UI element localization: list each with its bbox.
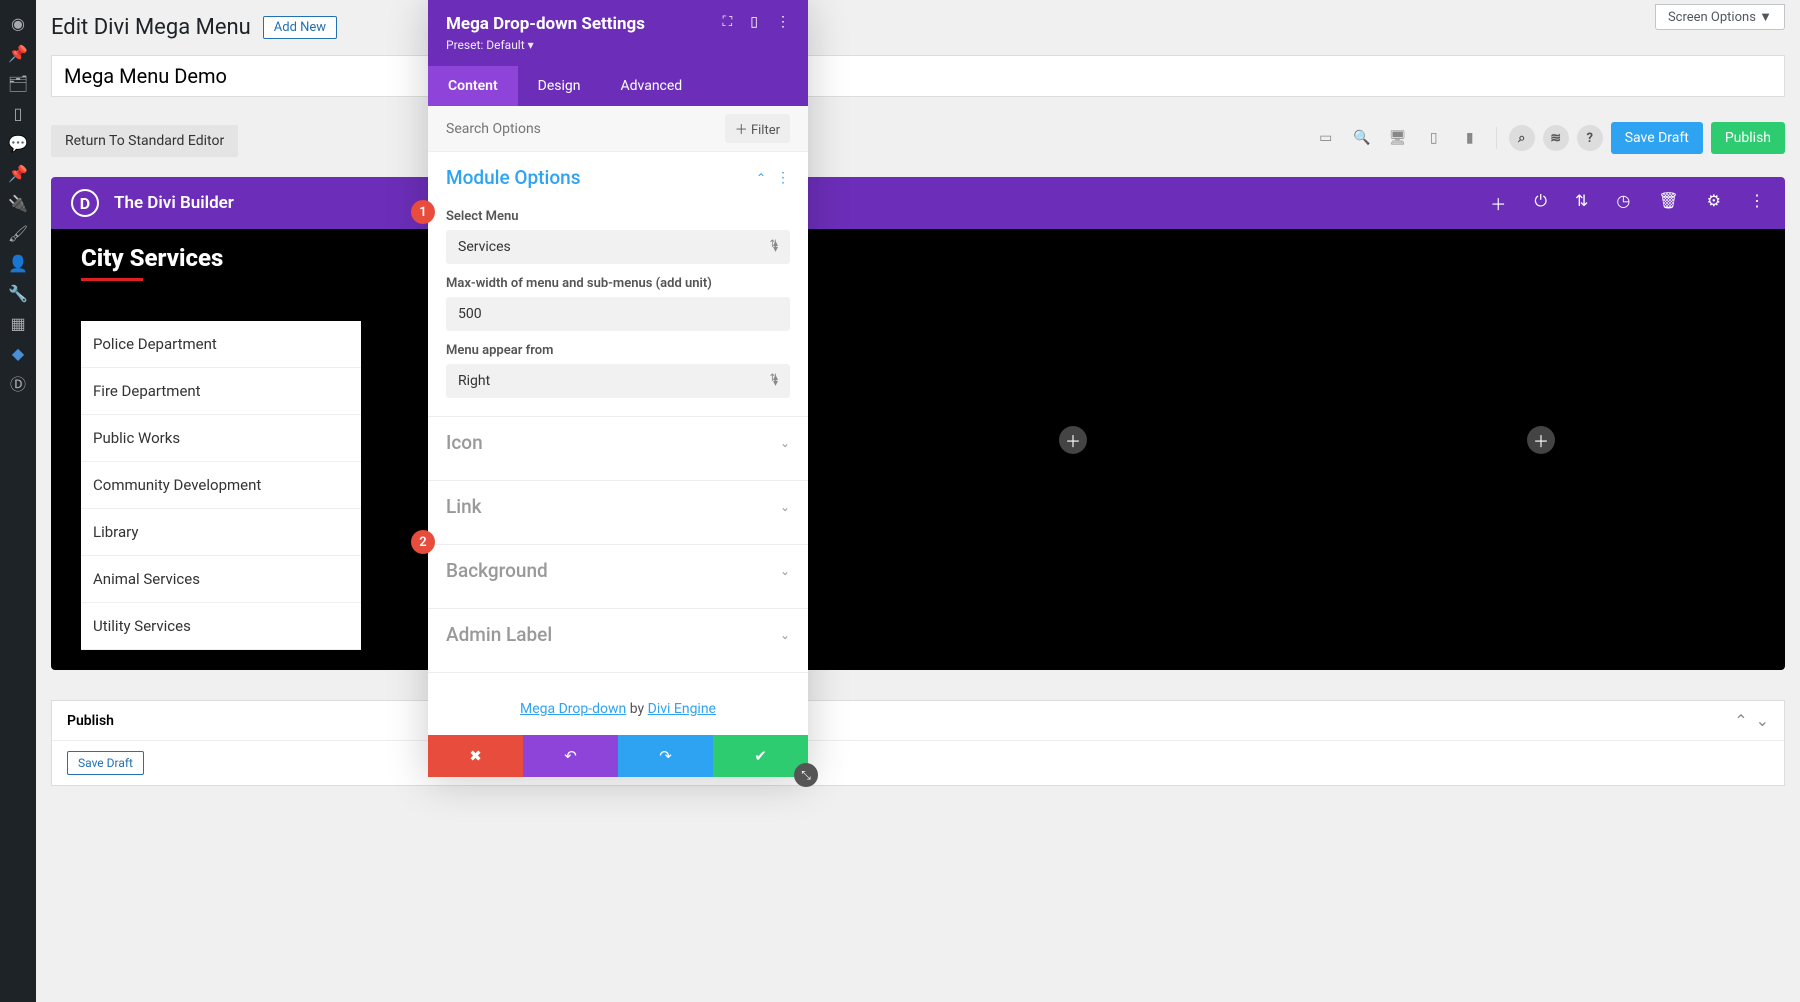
module-link[interactable]: Mega Drop-down bbox=[520, 701, 626, 717]
snap-icon[interactable]: ▯ bbox=[750, 14, 758, 30]
city-services-list: Police Department Fire Department Public… bbox=[81, 321, 361, 650]
power-icon[interactable]: ⏻ bbox=[1534, 191, 1547, 215]
wireframe-icon[interactable]: ▭ bbox=[1312, 124, 1340, 152]
return-standard-editor-button[interactable]: Return To Standard Editor bbox=[51, 125, 238, 157]
toolbar-divider bbox=[1496, 127, 1497, 149]
pin-icon[interactable]: 📌 bbox=[0, 38, 36, 68]
publish-box-title: Publish bbox=[67, 713, 114, 729]
max-width-input[interactable] bbox=[446, 297, 790, 331]
users-icon[interactable]: 👤 bbox=[0, 248, 36, 278]
publish-metabox: Publish ⌃ ⌄ Save Draft bbox=[51, 700, 1785, 786]
section-background[interactable]: Background bbox=[446, 559, 548, 582]
publish-button[interactable]: Publish bbox=[1711, 122, 1785, 154]
builder-title: The Divi Builder bbox=[114, 193, 234, 213]
settings-modal: Mega Drop-down Settings Preset: Default … bbox=[428, 0, 808, 777]
dashboard-icon[interactable]: ◉ bbox=[0, 8, 36, 38]
chevron-up-icon[interactable]: ⌃ bbox=[1734, 711, 1747, 730]
plugin-icon[interactable]: 🔌 bbox=[0, 188, 36, 218]
tab-advanced[interactable]: Advanced bbox=[601, 66, 703, 106]
select-arrows-icon: ▴▾ bbox=[773, 241, 778, 253]
chevron-down-icon[interactable]: ⌄ bbox=[1756, 711, 1769, 730]
redo-button[interactable]: ↷ bbox=[618, 735, 713, 777]
section-more-icon[interactable]: ⋮ bbox=[776, 170, 790, 186]
sort-icon[interactable]: ⇅ bbox=[1575, 191, 1588, 215]
layers-icon[interactable]: ≋ bbox=[1543, 125, 1569, 151]
wp-admin-sidebar: ◉ 📌 🗂 ▯ 💬 📌 🔌 🖌 👤 🔧 ▦ ◆ Ⓓ bbox=[0, 0, 36, 1002]
list-item[interactable]: Community Development bbox=[81, 462, 361, 509]
engine-icon[interactable]: ◆ bbox=[0, 338, 36, 368]
title-underline bbox=[81, 278, 143, 281]
expand-icon[interactable]: ⛶ bbox=[722, 14, 732, 30]
tablet-icon[interactable]: ▯ bbox=[1420, 124, 1448, 152]
resize-handle[interactable]: ⤡ bbox=[794, 763, 818, 787]
tab-design[interactable]: Design bbox=[518, 66, 601, 106]
author-link[interactable]: Divi Engine bbox=[648, 701, 716, 717]
annotation-badge-2: 2 bbox=[411, 530, 435, 554]
list-item[interactable]: Police Department bbox=[81, 321, 361, 368]
undo-button[interactable]: ↶ bbox=[523, 735, 618, 777]
divi-icon[interactable]: Ⓓ bbox=[0, 368, 36, 398]
section-icon[interactable]: Icon bbox=[446, 431, 483, 454]
search-tool-icon[interactable]: ⌕ bbox=[1509, 125, 1535, 151]
desktop-icon[interactable]: 🖥 bbox=[1384, 124, 1412, 152]
pages-icon[interactable]: ▯ bbox=[0, 98, 36, 128]
chevron-down-icon[interactable]: ⌄ bbox=[780, 564, 790, 578]
tab-content[interactable]: Content bbox=[428, 66, 518, 106]
modal-more-icon[interactable]: ⋮ bbox=[776, 14, 790, 30]
chevron-down-icon[interactable]: ⌄ bbox=[780, 628, 790, 642]
builder-header: D The Divi Builder ＋ ⏻ ⇅ ◷ 🗑 ⚙ ⋮ bbox=[51, 177, 1785, 229]
media-icon[interactable]: 🗂 bbox=[0, 68, 36, 98]
save-draft-button[interactable]: Save Draft bbox=[1611, 122, 1703, 154]
add-module-button[interactable]: ＋ bbox=[1527, 426, 1555, 454]
comments-icon[interactable]: 💬 bbox=[0, 128, 36, 158]
modal-footer-credit: Mega Drop-down by Divi Engine bbox=[428, 683, 808, 735]
post-title-input[interactable] bbox=[51, 55, 1785, 97]
pin2-icon[interactable]: 📌 bbox=[0, 158, 36, 188]
section-module-options[interactable]: Module Options bbox=[446, 166, 580, 189]
list-item[interactable]: Fire Department bbox=[81, 368, 361, 415]
zoom-icon[interactable]: 🔍 bbox=[1348, 124, 1376, 152]
select-menu-dropdown[interactable]: Services bbox=[446, 230, 790, 264]
search-options-input[interactable] bbox=[446, 121, 717, 137]
save-draft-small-button[interactable]: Save Draft bbox=[67, 751, 144, 775]
select-menu-label: Select Menu bbox=[446, 209, 790, 224]
modal-title: Mega Drop-down Settings bbox=[446, 14, 645, 34]
phone-icon[interactable]: ▮ bbox=[1456, 124, 1484, 152]
tools-icon[interactable]: 🔧 bbox=[0, 278, 36, 308]
cancel-button[interactable]: ✖ bbox=[428, 735, 523, 777]
modal-tabs: Content Design Advanced bbox=[428, 66, 808, 106]
chevron-up-icon[interactable]: ⌃ bbox=[756, 171, 766, 185]
list-item[interactable]: Public Works bbox=[81, 415, 361, 462]
add-new-button[interactable]: Add New bbox=[263, 16, 337, 39]
help-icon[interactable]: ? bbox=[1577, 125, 1603, 151]
divi-logo-icon: D bbox=[71, 189, 99, 217]
more-icon[interactable]: ⋮ bbox=[1749, 191, 1765, 215]
select-arrows-icon: ▴▾ bbox=[773, 375, 778, 387]
chevron-down-icon[interactable]: ⌄ bbox=[780, 436, 790, 450]
add-module-button[interactable]: ＋ bbox=[1059, 426, 1087, 454]
section-link[interactable]: Link bbox=[446, 495, 482, 518]
trash-icon[interactable]: 🗑 bbox=[1658, 191, 1678, 215]
annotation-badge-1: 1 bbox=[411, 200, 435, 224]
section-admin-label[interactable]: Admin Label bbox=[446, 623, 552, 646]
appear-from-label: Menu appear from bbox=[446, 343, 790, 358]
list-item[interactable]: Utility Services bbox=[81, 603, 361, 650]
modal-preset[interactable]: Preset: Default ▾ bbox=[446, 38, 645, 52]
list-item[interactable]: Library bbox=[81, 509, 361, 556]
screen-options-toggle[interactable]: Screen Options ▼ bbox=[1655, 4, 1785, 30]
filter-button[interactable]: ＋ Filter bbox=[725, 114, 790, 143]
chevron-down-icon[interactable]: ⌄ bbox=[780, 500, 790, 514]
editor-toolbar: ▭ 🔍 🖥 ▯ ▮ ⌕ ≋ ? Save Draft Publish bbox=[1312, 112, 1785, 169]
clock-icon[interactable]: ◷ bbox=[1616, 191, 1630, 215]
max-width-label: Max-width of menu and sub-menus (add uni… bbox=[446, 276, 790, 291]
list-item[interactable]: Animal Services bbox=[81, 556, 361, 603]
settings-icon[interactable]: ▦ bbox=[0, 308, 36, 338]
add-icon[interactable]: ＋ bbox=[1490, 191, 1506, 215]
city-services-title: City Services bbox=[81, 244, 361, 272]
gear-icon[interactable]: ⚙ bbox=[1707, 191, 1721, 215]
appearance-icon[interactable]: 🖌 bbox=[0, 218, 36, 248]
appear-from-dropdown[interactable]: Right bbox=[446, 364, 790, 398]
page-title: Edit Divi Mega Menu bbox=[51, 15, 251, 40]
